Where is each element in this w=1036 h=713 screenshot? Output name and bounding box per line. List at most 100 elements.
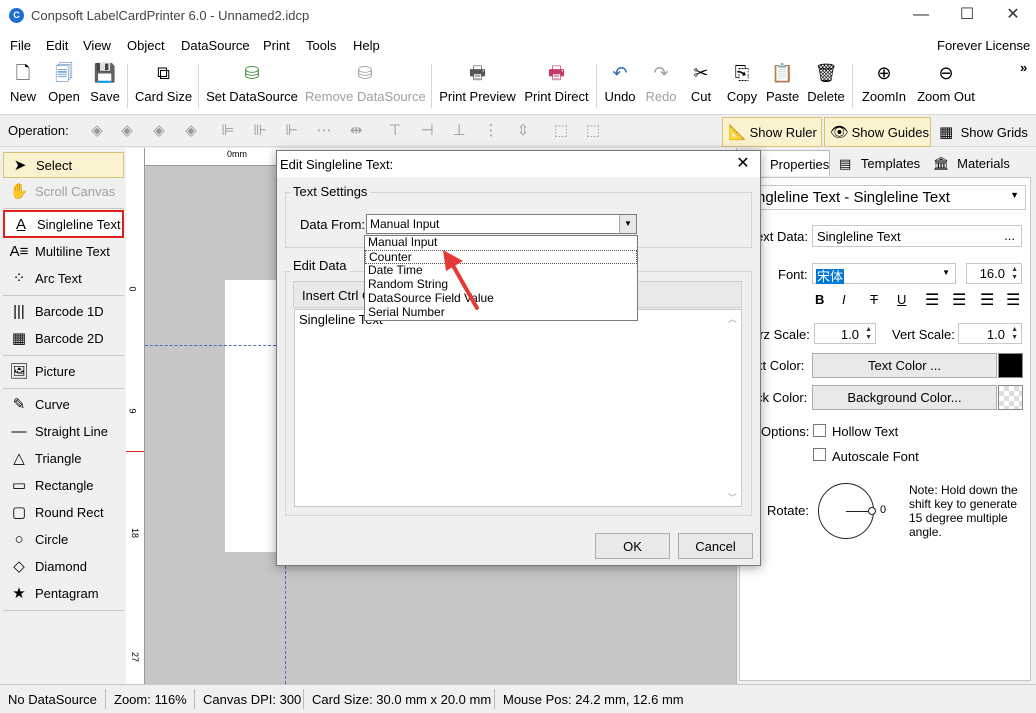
underline-button[interactable]: U bbox=[897, 292, 906, 307]
align-center-icon[interactable]: ⊪ bbox=[251, 122, 269, 140]
print-preview-button[interactable]: 🖶 Print Preview bbox=[439, 61, 516, 111]
menu-object[interactable]: Object bbox=[127, 38, 165, 53]
close-window-button[interactable]: ✕ bbox=[990, 0, 1036, 32]
cancel-button[interactable]: Cancel bbox=[678, 533, 753, 559]
font-size-stepper[interactable]: 16.0 ▲ ▼ bbox=[966, 263, 1022, 284]
layer-down-icon[interactable]: ◈ bbox=[150, 122, 168, 140]
layer-up-icon[interactable]: ◈ bbox=[118, 122, 136, 140]
justify-text-icon[interactable]: ☰ bbox=[1006, 290, 1020, 310]
align-left-icon[interactable]: ⊫ bbox=[219, 122, 237, 140]
vert-scale-stepper[interactable]: 1.0 ▲ ▼ bbox=[958, 323, 1022, 344]
insert-ctrl-button[interactable]: Insert Ctrl C bbox=[302, 288, 371, 303]
tool-round-rect[interactable]: ▢ Round Rect bbox=[3, 500, 124, 526]
align-center-text-icon[interactable]: ☰ bbox=[952, 290, 966, 310]
tool-multiline-text[interactable]: A≡ Multiline Text bbox=[3, 239, 124, 265]
zoom-out-button[interactable]: ⊖ Zoom Out bbox=[915, 61, 977, 111]
text-color-button[interactable]: Text Color ... bbox=[812, 353, 997, 378]
card-size-button[interactable]: ⧉ Card Size bbox=[135, 61, 192, 111]
undo-button[interactable]: ↶ Undo bbox=[604, 61, 636, 111]
set-datasource-button[interactable]: ⛁ Set DataSource bbox=[206, 61, 298, 111]
open-button[interactable]: 🗐 Open bbox=[46, 61, 82, 111]
chevron-down-icon[interactable]: ▼ bbox=[619, 215, 636, 233]
maximize-button[interactable]: ☐ bbox=[944, 0, 990, 32]
font-family-dropdown[interactable]: 宋体 ▼ bbox=[812, 263, 956, 284]
tab-templates[interactable]: ▤ Templates bbox=[835, 150, 925, 176]
option-datasource-field-value[interactable]: DataSource Field Value bbox=[365, 292, 637, 306]
cut-button[interactable]: ✂ Cut bbox=[689, 61, 713, 111]
option-date-time[interactable]: Date Time bbox=[365, 264, 637, 278]
layer-bottom-icon[interactable]: ◈ bbox=[182, 122, 200, 140]
space-horizontal-icon[interactable]: ⇹ bbox=[347, 122, 365, 140]
layer-top-icon[interactable]: ◈ bbox=[88, 122, 106, 140]
dialog-close-button[interactable]: ✕ bbox=[728, 151, 758, 177]
minimize-button[interactable]: — bbox=[898, 0, 944, 32]
zoom-in-button[interactable]: ⊕ ZoomIn bbox=[860, 61, 908, 111]
tool-barcode-1d[interactable]: ||| Barcode 1D bbox=[3, 299, 124, 325]
text-data-editor[interactable]: Singleline Text ︿ ﹀ bbox=[294, 309, 742, 507]
align-middle-icon[interactable]: ⊣ bbox=[418, 122, 436, 140]
menu-help[interactable]: Help bbox=[353, 38, 380, 53]
align-right-icon[interactable]: ⊩ bbox=[283, 122, 301, 140]
spin-arrows-icon[interactable]: ▲ ▼ bbox=[865, 326, 872, 342]
tool-circle[interactable]: ○ Circle bbox=[3, 527, 124, 553]
hollow-text-checkbox[interactable] bbox=[813, 424, 826, 437]
tool-pentagram[interactable]: ★ Pentagram bbox=[3, 581, 124, 607]
option-counter[interactable]: Counter bbox=[365, 250, 637, 264]
object-selector-dropdown[interactable]: ngleline Text - Singleline Text ▼ bbox=[752, 185, 1026, 210]
align-bottom-icon[interactable]: ⊥ bbox=[450, 122, 468, 140]
menu-tools[interactable]: Tools bbox=[306, 38, 336, 53]
space-vertical-icon[interactable]: ⇳ bbox=[514, 122, 532, 140]
show-guides-toggle[interactable]: 👁 Show Guides bbox=[824, 117, 931, 147]
align-right-text-icon[interactable]: ☰ bbox=[980, 290, 994, 310]
tool-triangle[interactable]: △ Triangle bbox=[3, 446, 124, 472]
menu-datasource[interactable]: DataSource bbox=[181, 38, 250, 53]
tool-barcode-2d[interactable]: ▦ Barcode 2D bbox=[3, 326, 124, 352]
tool-select[interactable]: ➤ Select bbox=[3, 152, 124, 178]
menu-file[interactable]: File bbox=[10, 38, 31, 53]
distribute-vertical-icon[interactable]: ⋮ bbox=[482, 122, 500, 140]
spin-arrows-icon[interactable]: ▲ ▼ bbox=[1011, 326, 1018, 342]
toolbar-overflow-button[interactable]: » bbox=[1020, 60, 1027, 75]
same-width-icon[interactable]: ⬚ bbox=[552, 122, 570, 140]
tool-scroll-canvas[interactable]: ✋ Scroll Canvas bbox=[3, 179, 124, 205]
text-color-swatch[interactable] bbox=[998, 353, 1023, 378]
option-manual-input[interactable]: Manual Input bbox=[365, 236, 637, 250]
menu-print[interactable]: Print bbox=[263, 38, 290, 53]
show-ruler-toggle[interactable]: 📐 Show Ruler bbox=[722, 117, 822, 147]
italic-button[interactable]: I bbox=[842, 292, 846, 307]
distribute-horizontal-icon[interactable]: ⋯ bbox=[315, 122, 333, 140]
ok-button[interactable]: OK bbox=[595, 533, 670, 559]
spin-arrows-icon[interactable]: ▲ ▼ bbox=[1011, 266, 1018, 282]
print-direct-button[interactable]: 🖶 Print Direct bbox=[523, 61, 590, 111]
data-from-select[interactable]: Manual Input ▼ bbox=[366, 214, 637, 234]
menu-edit[interactable]: Edit bbox=[46, 38, 68, 53]
tool-diamond[interactable]: ◇ Diamond bbox=[3, 554, 124, 580]
scroll-down-icon[interactable]: ﹀ bbox=[728, 491, 737, 504]
same-size-icon[interactable]: ⬚ bbox=[584, 122, 602, 140]
save-button[interactable]: 💾 Save bbox=[89, 61, 121, 111]
autoscale-font-checkbox[interactable] bbox=[813, 448, 826, 461]
tool-singleline-text[interactable]: A̲ Singleline Text bbox=[3, 210, 124, 238]
align-left-text-icon[interactable]: ☰ bbox=[925, 290, 939, 310]
text-data-more-button[interactable]: ... bbox=[1004, 228, 1015, 243]
tool-picture[interactable]: 🖼 Picture bbox=[3, 359, 124, 385]
scroll-up-icon[interactable]: ︿ bbox=[728, 312, 737, 325]
background-color-swatch[interactable] bbox=[998, 385, 1023, 410]
text-data-field[interactable]: Singleline Text ... bbox=[812, 225, 1022, 247]
bold-button[interactable]: B bbox=[815, 292, 824, 307]
delete-button[interactable]: 🗑 Delete bbox=[807, 61, 845, 111]
paste-button[interactable]: 📋 Paste bbox=[766, 61, 799, 111]
tool-straight-line[interactable]: — Straight Line bbox=[3, 419, 124, 445]
option-serial-number[interactable]: Serial Number bbox=[365, 306, 637, 320]
option-random-string[interactable]: Random String bbox=[365, 278, 637, 292]
show-grids-toggle[interactable]: ▦ Show Grids bbox=[933, 117, 1033, 147]
copy-button[interactable]: ⎘ Copy bbox=[726, 61, 758, 111]
tab-materials[interactable]: 🏛 Materials bbox=[931, 150, 1021, 176]
redo-button[interactable]: ↷ Redo bbox=[645, 61, 677, 111]
tool-rectangle[interactable]: ▭ Rectangle bbox=[3, 473, 124, 499]
horz-scale-stepper[interactable]: 1.0 ▲ ▼ bbox=[814, 323, 876, 344]
rotate-dial[interactable] bbox=[818, 483, 876, 539]
strikethrough-button[interactable]: T bbox=[870, 292, 878, 307]
rotate-dial-handle[interactable] bbox=[868, 507, 876, 515]
remove-datasource-button[interactable]: ⛁ Remove DataSource bbox=[305, 61, 426, 111]
